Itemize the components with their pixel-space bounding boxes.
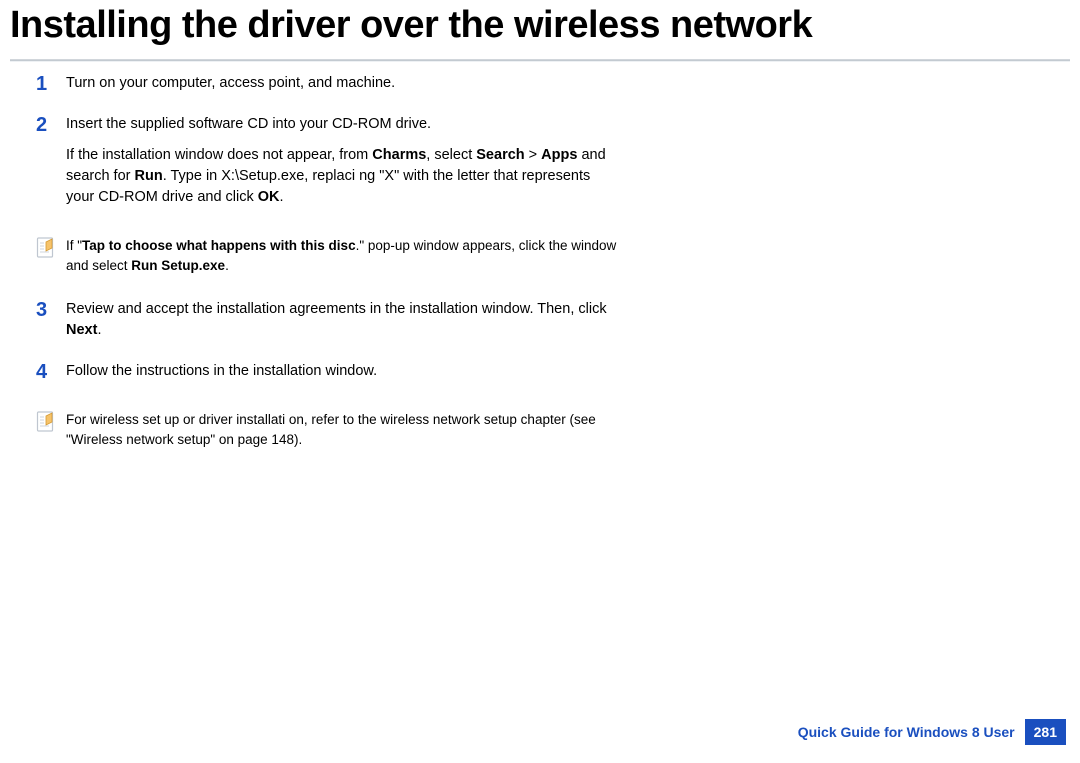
page-title: Installing the driver over the wireless … xyxy=(0,0,1080,55)
step-number: 3 xyxy=(36,299,66,321)
step-4-text: Follow the instructions in the installat… xyxy=(66,361,620,382)
note-body: If "Tap to choose what happens with this… xyxy=(66,236,620,277)
step-body: Review and accept the installation agree… xyxy=(66,299,620,351)
note-icon xyxy=(36,236,66,259)
step-2-line2: If the installation window does not appe… xyxy=(66,145,620,208)
step-body: Insert the supplied software CD into you… xyxy=(66,114,620,218)
step-number: 1 xyxy=(36,73,66,95)
step-body: Follow the instructions in the installat… xyxy=(66,361,620,392)
note-body: For wireless set up or driver installati… xyxy=(66,410,620,451)
step-body: Turn on your computer, access point, and… xyxy=(66,73,620,104)
footer-title: Quick Guide for Windows 8 User xyxy=(798,724,1015,740)
step-number: 4 xyxy=(36,361,66,383)
step-4: 4 Follow the instructions in the install… xyxy=(36,361,620,392)
step-3-text: Review and accept the installation agree… xyxy=(66,299,620,341)
content-column: 1 Turn on your computer, access point, a… xyxy=(0,71,620,450)
page-number-badge: 281 xyxy=(1025,719,1066,745)
page-footer: Quick Guide for Windows 8 User 281 xyxy=(798,719,1066,745)
title-rule xyxy=(10,59,1070,61)
page: Installing the driver over the wireless … xyxy=(0,0,1080,763)
title-rule-wrap xyxy=(0,59,1080,61)
note-popup: If "Tap to choose what happens with this… xyxy=(36,236,620,277)
step-3: 3 Review and accept the installation agr… xyxy=(36,299,620,351)
step-1: 1 Turn on your computer, access point, a… xyxy=(36,73,620,104)
step-2: 2 Insert the supplied software CD into y… xyxy=(36,114,620,218)
step-2-line1: Insert the supplied software CD into you… xyxy=(66,114,620,135)
step-1-text: Turn on your computer, access point, and… xyxy=(66,73,620,94)
step-number: 2 xyxy=(36,114,66,136)
note-wireless: For wireless set up or driver installati… xyxy=(36,410,620,451)
note-icon xyxy=(36,410,66,433)
